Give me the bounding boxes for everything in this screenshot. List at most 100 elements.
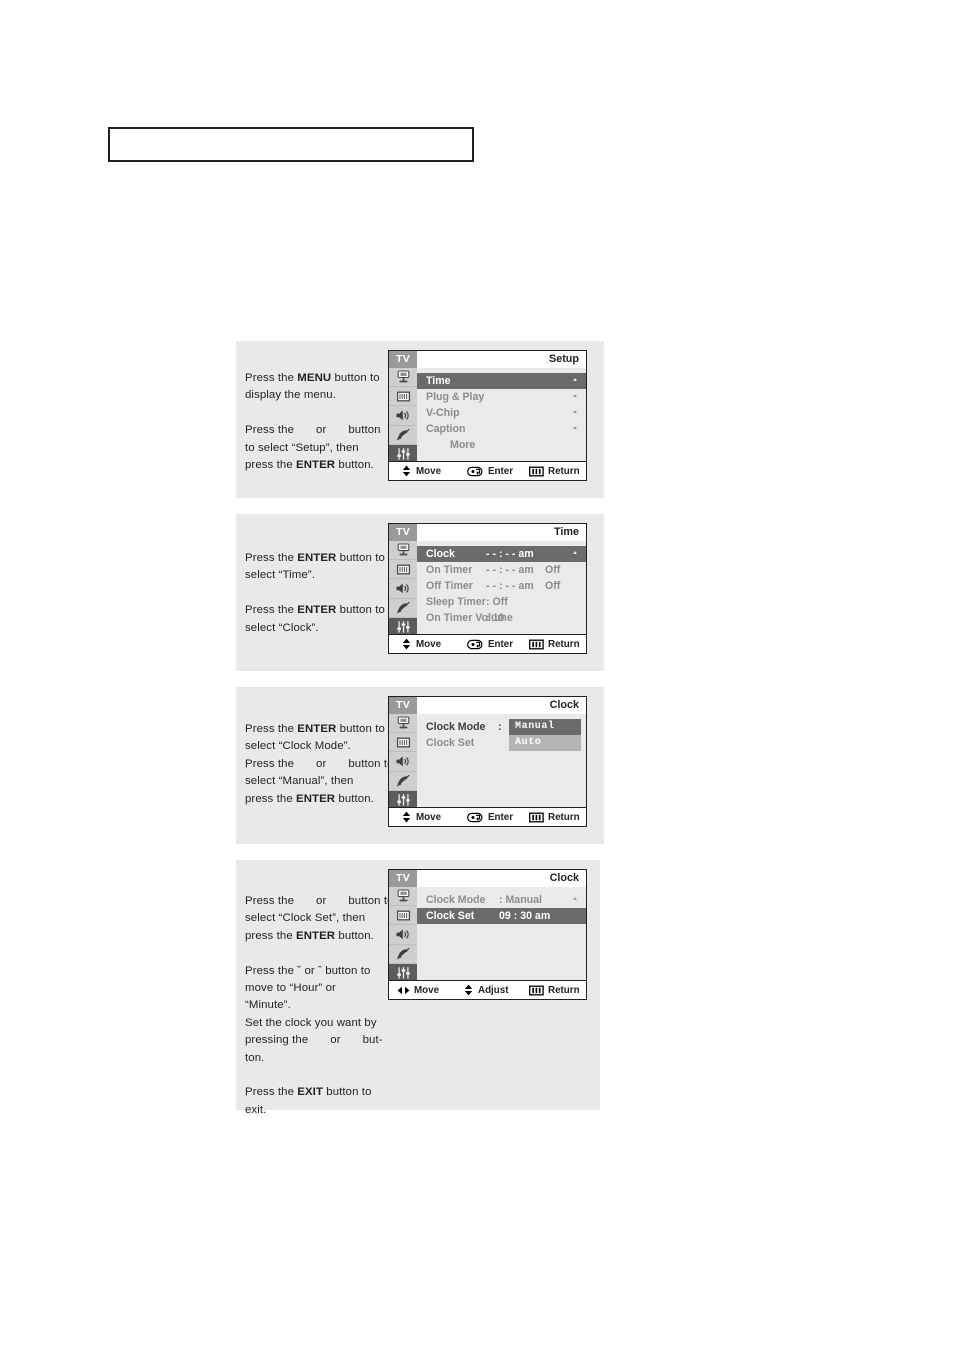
- footer-action-return[interactable]: Return: [529, 812, 580, 823]
- rail-item-picture-mode[interactable]: [389, 560, 417, 580]
- text-run: button to: [331, 372, 380, 384]
- osd-row-value: : Manual: [499, 894, 542, 906]
- footer-action-adjust[interactable]: Adjust: [463, 984, 508, 996]
- osd-menu-row[interactable]: On Timer - - : - - am Off: [417, 562, 586, 578]
- rail-item-picture-mode[interactable]: [389, 387, 417, 407]
- footer-action-enter[interactable]: Enter: [467, 812, 513, 823]
- text-run: button: [348, 424, 381, 437]
- footer-action-label: Move: [416, 638, 442, 650]
- text-run: pressing the: [245, 1034, 309, 1047]
- osd-menu-row[interactable]: Caption: [417, 421, 586, 437]
- dropdown-option[interactable]: Auto: [509, 735, 581, 751]
- text-run: display the menu.: [245, 389, 336, 402]
- footer-action-return[interactable]: Return: [529, 985, 580, 996]
- panel-clock-set-line: “Minute”.: [245, 997, 410, 1014]
- rail-item-sound-speaker[interactable]: [389, 406, 417, 426]
- footer-action-move[interactable]: Move: [397, 985, 439, 996]
- footer-action-return[interactable]: Return: [529, 639, 580, 650]
- osd-row-label: Clock Mode: [426, 894, 486, 906]
- text-run: Press the: [245, 723, 298, 735]
- text-run: Press the: [245, 604, 298, 617]
- osd-menu-row[interactable]: Off Timer - - : - - am Off: [417, 578, 586, 594]
- rail-item-sound-speaker[interactable]: [389, 752, 417, 772]
- text-run: move to “Hour” or: [245, 982, 336, 995]
- text-run: Press the ˘ or ˆ button to: [245, 964, 371, 977]
- footer-action-label: Move: [416, 811, 442, 823]
- return-button-icon: [529, 639, 544, 650]
- step-panel-clock-set: Press the or button to select “Clock Set”, …: [236, 860, 600, 1116]
- osd-screen-time: TV Time Clock - - : - - am On Timer - - : - -…: [388, 523, 587, 654]
- chevron-up-icon: [573, 897, 578, 902]
- dropdown-option-selected[interactable]: Manual: [509, 719, 581, 735]
- osd-menu-row[interactable]: Clock Mode : Manual: [417, 892, 586, 908]
- text-run: Press the: [245, 757, 295, 770]
- sound-speaker-icon: [395, 755, 411, 768]
- sound-speaker-icon: [395, 409, 411, 422]
- osd-menu-row[interactable]: On Timer Volume: 10: [417, 610, 586, 626]
- step-panel-clock-mode: Press the ENTER button to select “Clock M…: [236, 687, 604, 844]
- rail-item-picture-input[interactable]: [389, 887, 417, 907]
- osd-screen-setup: TV Setup Time Plug & Play V-Chip Caption More M…: [388, 350, 587, 481]
- osd-menu-row[interactable]: V-Chip: [417, 405, 586, 421]
- panel-time-line: Press the ENTER button to: [245, 550, 405, 567]
- panel-menu-line: press the ENTER button.: [245, 457, 405, 474]
- osd-menu-list: Clock - - : - - am On Timer - - : - - am Off…: [417, 541, 586, 635]
- rail-item-picture-input[interactable]: [389, 714, 417, 734]
- osd-menu-row[interactable]: Sleep Timer: Off: [417, 594, 586, 610]
- setup-sliders-icon: [396, 793, 411, 807]
- osd-device-label: TV: [389, 351, 417, 368]
- osd-menu-row[interactable]: More: [417, 437, 586, 453]
- text-run: Press the: [245, 372, 298, 384]
- rail-item-picture-mode[interactable]: [389, 733, 417, 753]
- text-run: press the: [245, 459, 297, 472]
- rail-item-picture-input[interactable]: [389, 368, 417, 388]
- instruction-text-clock-set: Press the or button to select “Clock Set”, …: [245, 893, 410, 1119]
- text-run: button to: [348, 757, 394, 770]
- picture-input-icon: [396, 716, 411, 730]
- rail-item-channel-antenna[interactable]: [389, 426, 417, 445]
- footer-action-return[interactable]: Return: [529, 466, 580, 477]
- key-name: MENU: [297, 372, 332, 384]
- rail-item-sound-speaker[interactable]: [389, 925, 417, 945]
- text-run: select “Clock Mode”.: [245, 740, 351, 753]
- text-run: Press the: [245, 424, 295, 437]
- panel-menu-line: Press the or button: [245, 422, 405, 439]
- picture-mode-icon: [396, 390, 411, 403]
- panel-menu-spacer: [245, 405, 405, 422]
- rail-item-picture-mode[interactable]: [389, 906, 417, 926]
- footer-action-move[interactable]: Move: [401, 465, 441, 477]
- chevron-up-icon: [573, 378, 578, 383]
- rail-item-channel-antenna[interactable]: [389, 599, 417, 618]
- osd-row-label: V-Chip: [426, 407, 460, 419]
- setup-sliders-icon: [396, 620, 411, 634]
- osd-row-value: : Off: [486, 596, 508, 608]
- text-run: button.: [335, 792, 374, 805]
- osd-device-label: TV: [389, 524, 417, 541]
- osd-footer-bar: Move Enter Return: [389, 807, 586, 826]
- panel-clock-set-line: press the ENTER button.: [245, 928, 410, 945]
- osd-menu-row[interactable]: Clock Set 09 : 30 am: [417, 908, 586, 924]
- sound-speaker-icon: [395, 582, 411, 595]
- osd-menu-row[interactable]: Clock - - : - - am: [417, 546, 586, 562]
- footer-action-move[interactable]: Move: [401, 638, 441, 650]
- rail-item-sound-speaker[interactable]: [389, 579, 417, 599]
- footer-action-move[interactable]: Move: [401, 811, 441, 823]
- panel-menu-line: display the menu.: [245, 387, 405, 404]
- sound-speaker-icon: [395, 928, 411, 941]
- osd-menu-list: Clock Mode: Clock Set Manual Auto: [417, 714, 586, 808]
- panel-clock-set-line: Press the ˘ or ˆ button to: [245, 963, 410, 980]
- rail-item-channel-antenna[interactable]: [389, 945, 417, 964]
- text-run: to select “Setup”, then: [245, 441, 359, 454]
- osd-menu-row[interactable]: Time: [417, 373, 586, 389]
- text-run: or: [330, 1034, 341, 1047]
- footer-action-enter[interactable]: Enter: [467, 639, 513, 650]
- text-run: Press the: [245, 1086, 298, 1099]
- footer-action-enter[interactable]: Enter: [467, 466, 513, 477]
- page-title-box: [108, 127, 474, 162]
- rail-item-channel-antenna[interactable]: [389, 772, 417, 791]
- chevron-up-icon: [573, 410, 578, 415]
- text-run: select “Manual”, then: [245, 775, 354, 788]
- picture-input-icon: [396, 543, 411, 557]
- osd-menu-row[interactable]: Plug & Play: [417, 389, 586, 405]
- rail-item-picture-input[interactable]: [389, 541, 417, 561]
